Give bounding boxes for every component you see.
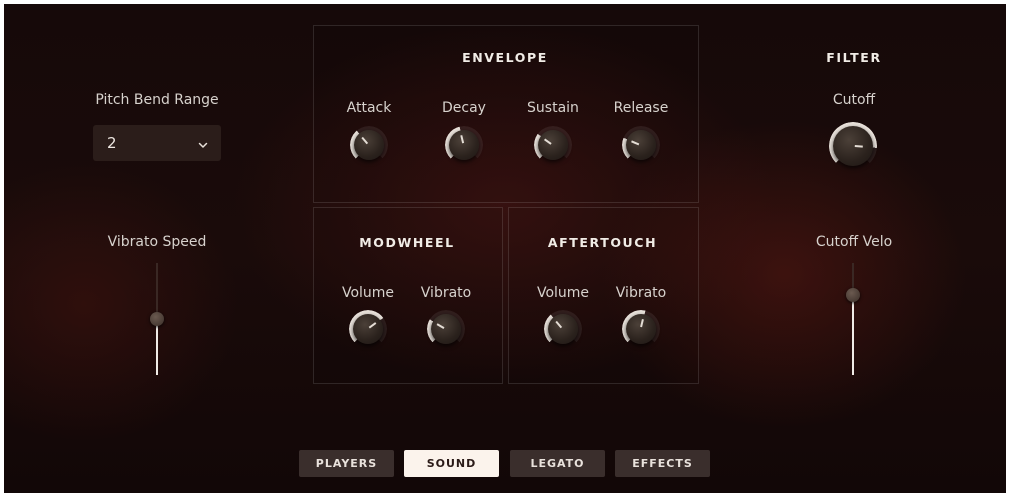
modwheel-volume-label: Volume bbox=[341, 285, 395, 301]
cutoff-knob[interactable] bbox=[829, 122, 877, 170]
slider-fill bbox=[852, 295, 854, 375]
sustain-knob[interactable] bbox=[534, 126, 572, 164]
aftertouch-vibrato-knob[interactable] bbox=[622, 310, 660, 348]
modwheel-vibrato-knob[interactable] bbox=[427, 310, 465, 348]
modwheel-title: MODWHEEL bbox=[359, 235, 455, 250]
release-knob[interactable] bbox=[622, 126, 660, 164]
tab-sound[interactable]: SOUND bbox=[404, 450, 499, 477]
plugin-panel: Pitch Bend Range 2 Vibrato Speed ENVELOP… bbox=[4, 4, 1006, 493]
pitch-bend-value: 2 bbox=[107, 134, 117, 152]
chevron-down-icon bbox=[197, 136, 209, 155]
modwheel-vibrato-label: Vibrato bbox=[420, 285, 472, 301]
pitch-bend-label: Pitch Bend Range bbox=[95, 92, 219, 108]
vibrato-speed-label: Vibrato Speed bbox=[107, 234, 207, 250]
decay-knob[interactable] bbox=[445, 126, 483, 164]
tab-effects[interactable]: EFFECTS bbox=[615, 450, 710, 477]
filter-title: FILTER bbox=[826, 50, 882, 65]
attack-knob[interactable] bbox=[350, 126, 388, 164]
slider-fill bbox=[156, 319, 158, 375]
tab-legato[interactable]: LEGATO bbox=[510, 450, 605, 477]
slider-thumb[interactable] bbox=[150, 312, 164, 326]
decay-label: Decay bbox=[442, 100, 486, 116]
envelope-title: ENVELOPE bbox=[462, 50, 548, 65]
cutoff-velo-label: Cutoff Velo bbox=[815, 234, 893, 250]
vibrato-speed-slider[interactable] bbox=[150, 263, 164, 375]
aftertouch-vibrato-label: Vibrato bbox=[615, 285, 667, 301]
aftertouch-title: AFTERTOUCH bbox=[547, 235, 658, 250]
attack-label: Attack bbox=[346, 100, 392, 116]
modwheel-volume-knob[interactable] bbox=[349, 310, 387, 348]
sustain-label: Sustain bbox=[527, 100, 579, 116]
release-label: Release bbox=[613, 100, 669, 116]
slider-thumb[interactable] bbox=[846, 288, 860, 302]
aftertouch-volume-knob[interactable] bbox=[544, 310, 582, 348]
pitch-bend-dropdown[interactable]: 2 bbox=[93, 125, 221, 161]
aftertouch-volume-label: Volume bbox=[536, 285, 590, 301]
cutoff-velo-slider[interactable] bbox=[846, 263, 860, 375]
tab-players[interactable]: PLAYERS bbox=[299, 450, 394, 477]
cutoff-label: Cutoff bbox=[832, 92, 876, 108]
